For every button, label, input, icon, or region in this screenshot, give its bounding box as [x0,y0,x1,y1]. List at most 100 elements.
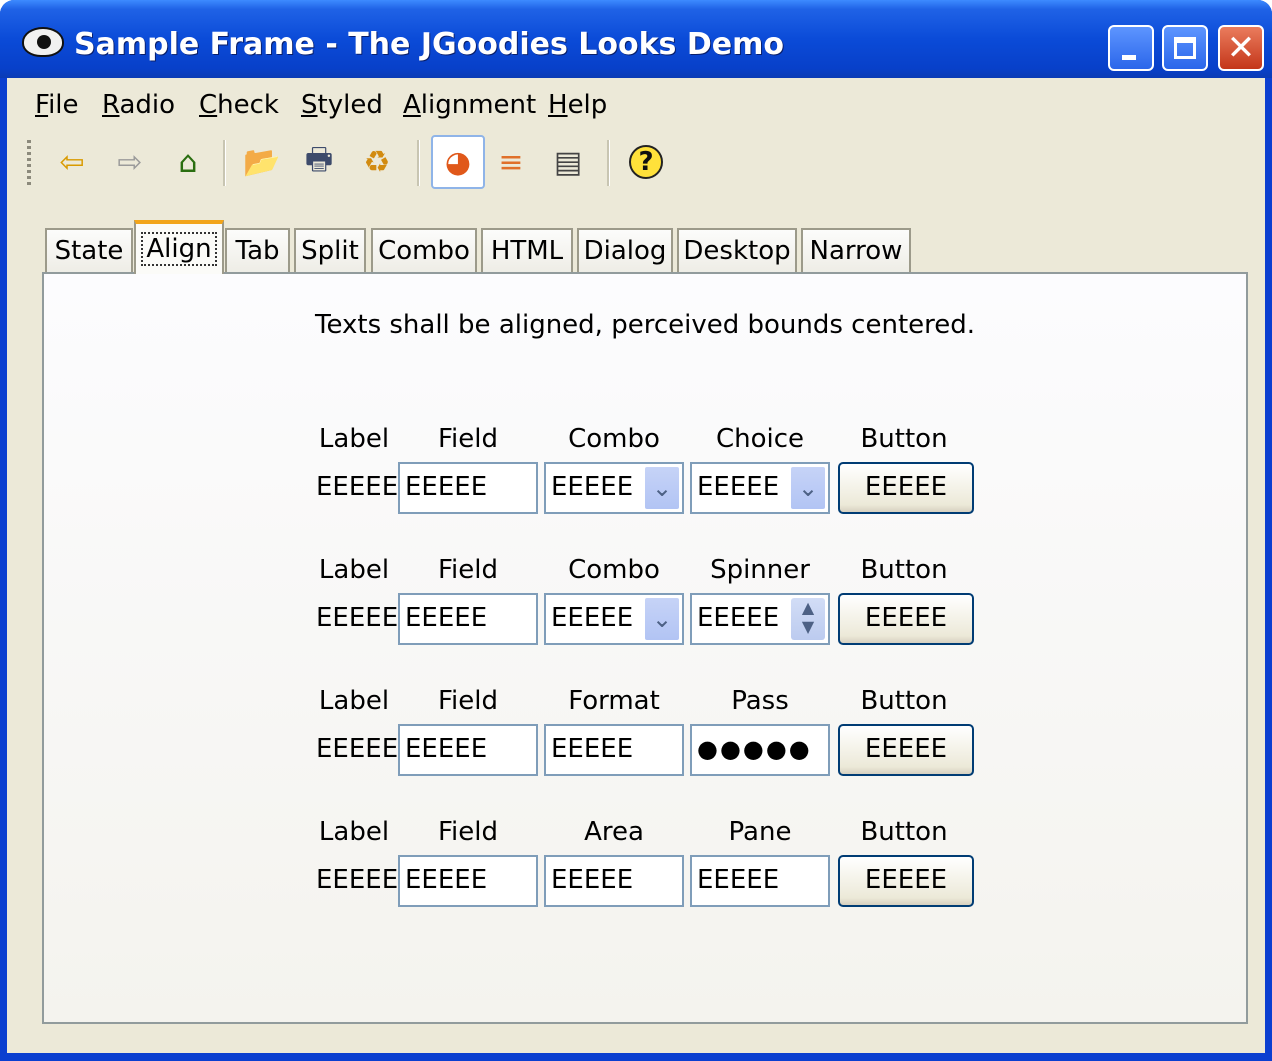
menu-file-rest: ile [48,90,79,120]
tab-align[interactable]: Align [134,220,224,274]
eeeee-button[interactable]: EEEEE [838,462,974,514]
window-client: File Radio Check Styled Alignment Help ⇦… [7,78,1265,1053]
tab-align-label: Align [141,232,217,266]
formatted-field[interactable]: EEEEE [544,724,684,776]
text-pane[interactable]: EEEEE [690,855,830,907]
tab-narrow[interactable]: Narrow [801,228,911,272]
eeeee-button[interactable]: EEEEE [838,724,974,776]
text-field[interactable]: EEEEE [398,855,538,907]
chevron-down-icon[interactable]: ⌄ [645,598,679,640]
table-icon[interactable]: ▤ [548,142,588,182]
menu-check[interactable]: Check [199,90,279,120]
help-icon[interactable]: ? [626,142,666,182]
header-field: Field [437,555,498,585]
header-format: Format [568,686,660,716]
combo-box[interactable]: EEEEE ⌄ [544,593,684,645]
header-label: Label [318,424,390,454]
menu-radio-rest: adio [119,90,176,120]
print-icon[interactable]: 🖶 [299,142,339,182]
menu-file[interactable]: File [35,90,79,120]
menu-styled-rest: tyled [317,90,383,120]
close-button[interactable]: ✕ [1218,25,1264,71]
password-field[interactable]: ●●●●● [690,724,830,776]
text-field[interactable]: EEEEE [398,724,538,776]
menu-help[interactable]: Help [548,90,607,120]
header-label: Label [318,555,390,585]
chevron-down-icon[interactable]: ⌄ [791,467,825,509]
tab-combo[interactable]: Combo [371,228,477,272]
menu-help-rest: elp [567,90,608,120]
menu-file-mnemonic: F [35,90,49,120]
spinner-down-icon[interactable]: ▼ [802,617,814,636]
header-spinner: Spinner [710,555,810,585]
toolbar-separator [607,140,610,186]
tab-split[interactable]: Split [294,228,366,272]
header-button: Button [860,424,948,454]
eeeee-button[interactable]: EEEEE [838,855,974,907]
header-label: Label [318,817,390,847]
eye-icon [22,27,64,57]
minimize-icon [1110,27,1152,69]
menu-styled[interactable]: Styled [301,90,383,120]
maximize-icon [1164,27,1206,69]
forward-arrow-icon[interactable]: ⇨ [110,142,150,182]
menu-check-rest: heck [217,90,279,120]
toolbar-grip[interactable] [27,140,31,186]
minimize-button[interactable] [1108,25,1154,71]
menu-radio[interactable]: Radio [102,90,175,120]
choice-value: EEEEE [697,472,780,502]
value-label: EEEEE [316,472,399,502]
spinner-value: EEEEE [697,603,780,633]
window-title: Sample Frame - The JGoodies Looks Demo [74,27,784,62]
header-field: Field [437,686,498,716]
menu-help-mnemonic: H [548,90,568,120]
refresh-icon[interactable]: ♻ [357,142,397,182]
tab-dialog[interactable]: Dialog [577,228,673,272]
tab-html[interactable]: HTML [481,228,573,272]
combo-box[interactable]: EEEEE ⌄ [544,462,684,514]
header-combo: Combo [568,555,660,585]
tab-tab[interactable]: Tab [225,228,290,272]
bar-chart-icon[interactable]: ≡ [491,142,531,182]
toolbar: ⇦ ⇨ ⌂ 📂 🖶 ♻ ◕ ≡ ▤ ? [7,132,1265,194]
text-area[interactable]: EEEEE [544,855,684,907]
align-panel: Texts shall be aligned, perceived bounds… [42,272,1248,1024]
menu-alignment[interactable]: Alignment [403,90,536,120]
header-area: Area [584,817,644,847]
header-label: Label [318,686,390,716]
menu-check-mnemonic: C [199,90,218,120]
header-field: Field [437,817,498,847]
pie-chart-icon[interactable]: ◕ [431,135,485,189]
toolbar-separator [223,140,226,186]
back-arrow-icon[interactable]: ⇦ [52,142,92,182]
home-icon[interactable]: ⌂ [168,142,208,182]
choice-box[interactable]: EEEEE ⌄ [690,462,830,514]
menu-bar: File Radio Check Styled Alignment Help [7,78,1265,130]
header-button: Button [860,686,948,716]
menu-radio-mnemonic: R [102,90,120,120]
header-combo: Combo [568,424,660,454]
menu-alignment-mnemonic: A [403,90,421,120]
value-label: EEEEE [316,865,399,895]
text-field[interactable]: EEEEE [398,593,538,645]
spinner-arrows-icon[interactable]: ▲ ▼ [791,598,825,640]
eeeee-button[interactable]: EEEEE [838,593,974,645]
chevron-down-icon[interactable]: ⌄ [645,467,679,509]
header-choice: Choice [715,424,805,454]
app-window: Sample Frame - The JGoodies Looks Demo ✕… [0,0,1272,1061]
text-field[interactable]: EEEEE [398,462,538,514]
maximize-button[interactable] [1162,25,1208,71]
header-button: Button [860,555,948,585]
toolbar-separator [417,140,420,186]
open-folder-icon[interactable]: 📂 [242,142,282,182]
header-pane: Pane [728,817,792,847]
title-bar[interactable]: Sample Frame - The JGoodies Looks Demo ✕ [0,0,1272,78]
tab-desktop[interactable]: Desktop [677,228,797,272]
eye-pupil [37,35,51,49]
spinner-field[interactable]: EEEEE ▲ ▼ [690,593,830,645]
menu-alignment-rest: lignment [420,90,537,120]
header-pass: Pass [731,686,789,716]
tab-state[interactable]: State [45,228,133,272]
spinner-up-icon[interactable]: ▲ [802,598,814,617]
combo-value: EEEEE [551,472,634,502]
